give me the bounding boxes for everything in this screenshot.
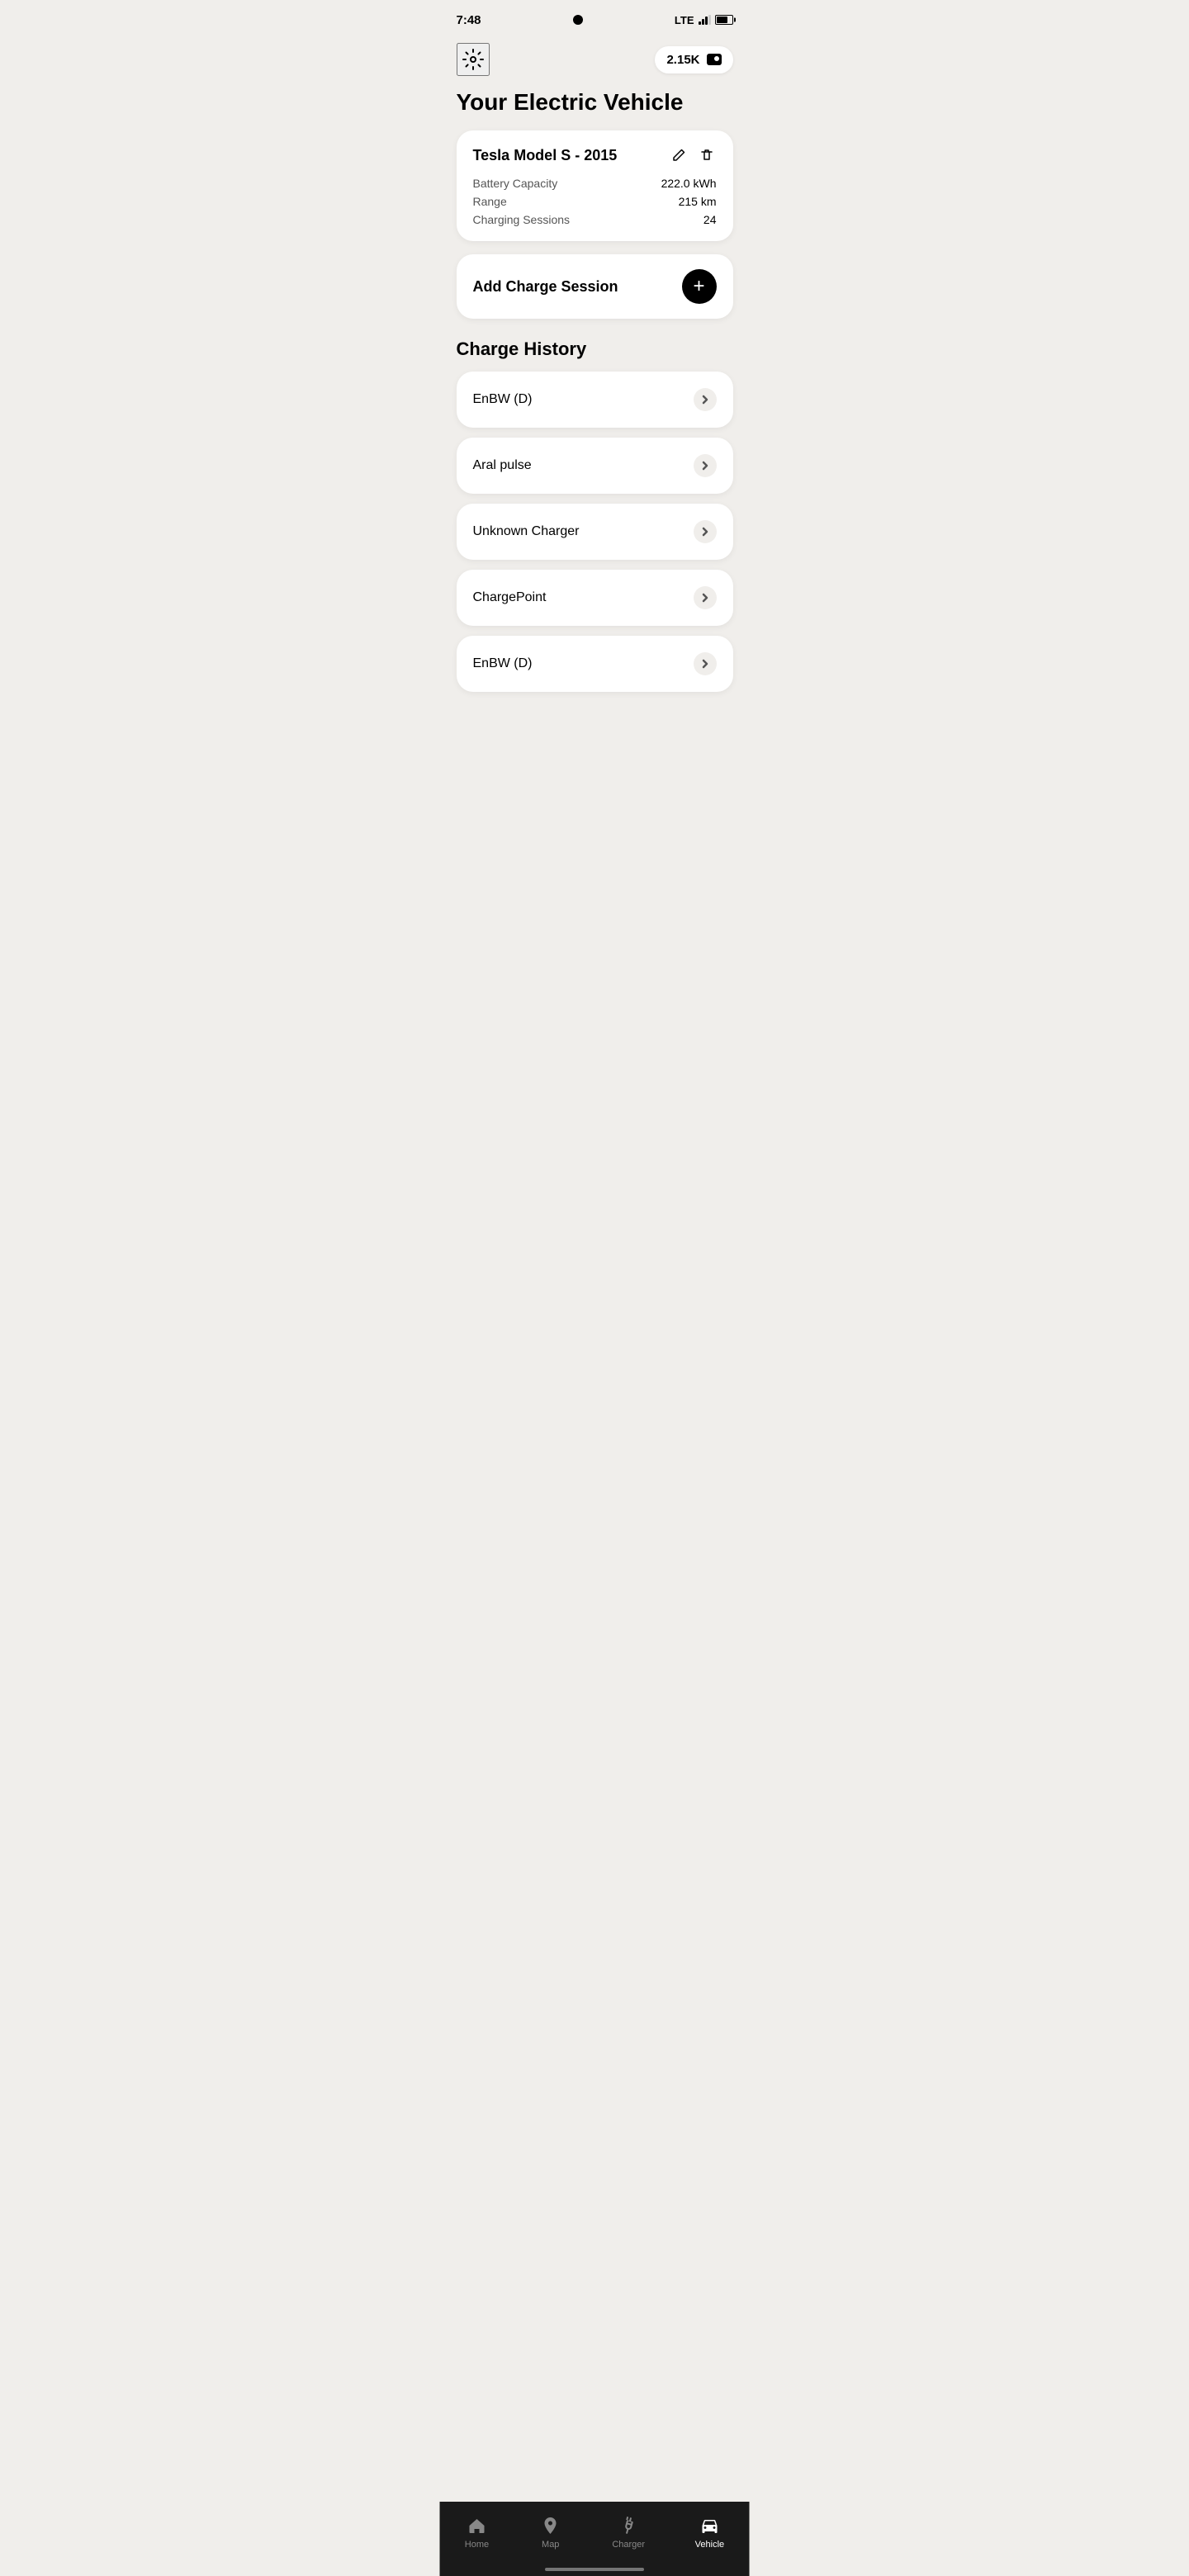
status-time: 7:48 [457, 13, 481, 27]
battery-icon [715, 15, 733, 25]
battery-capacity-value: 222.0 kWh [661, 177, 717, 190]
chevron-right-icon [694, 586, 717, 609]
main-content: Your Electric Vehicle Tesla Model S - 20… [440, 89, 750, 774]
nav-label-charger: Charger [612, 2540, 645, 2550]
camera-dot [573, 15, 583, 25]
vehicle-card: Tesla Model S - 2015 Battery Capacity 22… [457, 130, 733, 241]
history-item[interactable]: Unknown Charger [457, 504, 733, 560]
plus-icon: + [693, 277, 704, 296]
nav-item-vehicle[interactable]: Vehicle [682, 2512, 737, 2553]
home-icon [466, 2515, 487, 2536]
wallet-icon [707, 54, 722, 65]
delete-icon [699, 147, 715, 163]
balance-button[interactable]: 2.15K [655, 46, 732, 73]
add-session-card[interactable]: Add Charge Session + [457, 254, 733, 319]
battery-capacity-label: Battery Capacity [473, 177, 558, 190]
status-right-icons: LTE [675, 14, 733, 26]
camera-notch [573, 15, 583, 25]
history-item[interactable]: EnBW (D) [457, 636, 733, 692]
vehicle-actions [669, 145, 717, 165]
charging-sessions-value: 24 [703, 213, 717, 226]
page-title: Your Electric Vehicle [457, 89, 733, 116]
home-indicator [545, 2568, 644, 2571]
add-session-button[interactable]: + [682, 269, 717, 304]
signal-bar-3 [705, 17, 708, 25]
charge-history-title: Charge History [457, 339, 733, 360]
history-list: EnBW (D) Aral pulse Unknown Charger [457, 372, 733, 692]
charging-sessions-label: Charging Sessions [473, 213, 571, 226]
edit-icon [670, 147, 687, 163]
lte-label: LTE [675, 14, 694, 26]
nav-label-home: Home [465, 2540, 489, 2550]
status-bar: 7:48 LTE [440, 0, 750, 36]
edit-vehicle-button[interactable] [669, 145, 689, 165]
nav-item-home[interactable]: Home [452, 2512, 502, 2553]
battery-fill [717, 17, 728, 23]
settings-icon [462, 48, 485, 71]
history-item-label: ChargePoint [473, 590, 547, 605]
charger-icon [618, 2515, 639, 2536]
range-label: Range [473, 195, 507, 208]
chevron-right-icon [694, 652, 717, 675]
nav-label-vehicle: Vehicle [695, 2540, 724, 2550]
stat-row-range: Range 215 km [473, 195, 717, 208]
stat-row-battery: Battery Capacity 222.0 kWh [473, 177, 717, 190]
bottom-nav: Home Map Charger Vehicle [440, 2502, 750, 2576]
chevron-right-icon [694, 520, 717, 543]
signal-bar-4 [708, 15, 711, 25]
top-bar: 2.15K [440, 36, 750, 89]
chevron-right-icon [694, 454, 717, 477]
history-item-label: EnBW (D) [473, 656, 533, 671]
history-item-label: Unknown Charger [473, 524, 580, 539]
nav-label-map: Map [542, 2540, 559, 2550]
nav-item-charger[interactable]: Charger [599, 2512, 658, 2553]
nav-item-map[interactable]: Map [526, 2512, 576, 2553]
add-session-label: Add Charge Session [473, 278, 618, 296]
signal-icon [699, 15, 711, 25]
history-item[interactable]: ChargePoint [457, 570, 733, 626]
map-icon [540, 2515, 561, 2536]
signal-bar-2 [702, 19, 704, 25]
history-item-label: EnBW (D) [473, 392, 533, 407]
range-value: 215 km [679, 195, 717, 208]
settings-button[interactable] [457, 43, 490, 76]
vehicle-icon [699, 2515, 720, 2536]
delete-vehicle-button[interactable] [697, 145, 717, 165]
history-item[interactable]: EnBW (D) [457, 372, 733, 428]
signal-bar-1 [699, 21, 701, 25]
history-item[interactable]: Aral pulse [457, 438, 733, 494]
stat-row-sessions: Charging Sessions 24 [473, 213, 717, 226]
chevron-right-icon [694, 388, 717, 411]
vehicle-name: Tesla Model S - 2015 [473, 147, 618, 164]
balance-amount: 2.15K [666, 53, 699, 67]
vehicle-card-header: Tesla Model S - 2015 [473, 145, 717, 165]
history-item-label: Aral pulse [473, 458, 532, 473]
vehicle-stats: Battery Capacity 222.0 kWh Range 215 km … [473, 177, 717, 226]
